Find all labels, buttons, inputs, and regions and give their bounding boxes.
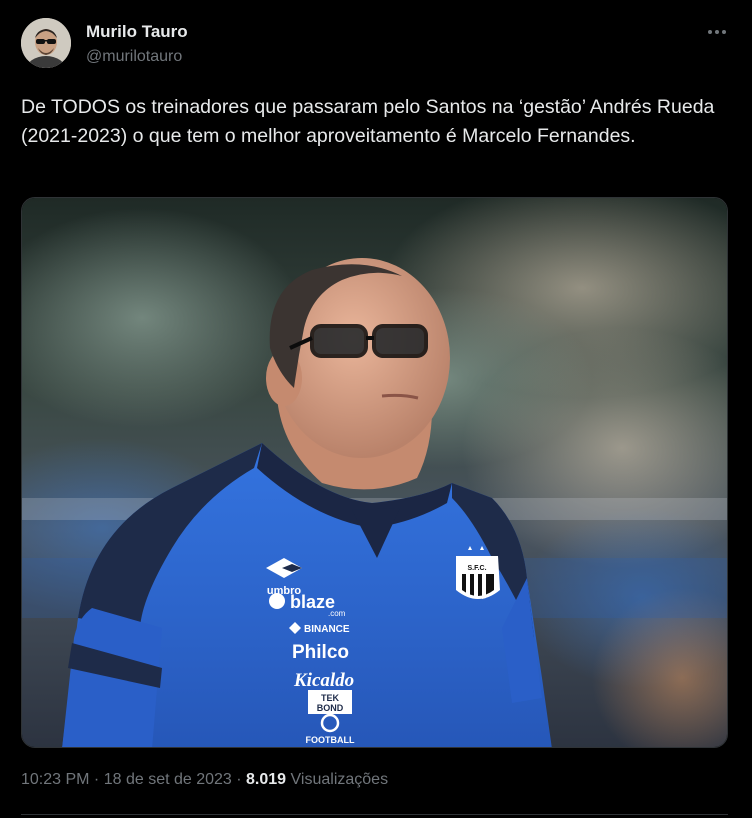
blaze-tld-text: .com	[328, 609, 346, 618]
tekbond-bottom-text: BOND	[317, 703, 344, 713]
philco-text: Philco	[292, 642, 349, 663]
crest-text: S.F.C.	[467, 565, 486, 572]
author-name[interactable]: Murilo Tauro	[86, 21, 188, 43]
views-label: Visualizações	[286, 771, 389, 788]
user-avatar-icon	[21, 18, 71, 68]
tweet-metadata: 10:23 PM · 18 de set de 2023 · 8.019 Vis…	[21, 769, 388, 791]
avatar[interactable]	[21, 18, 71, 68]
binance-text: BINANCE	[304, 624, 350, 635]
author-handle[interactable]: @murilotauro	[86, 46, 182, 68]
football-text: FOOTBALL	[306, 735, 355, 745]
tweet-time[interactable]: 10:23 PM	[21, 771, 89, 788]
tekbond-top-text: TEK	[321, 693, 340, 703]
tweet-text: De TODOS os treinadores que passaram pel…	[21, 96, 715, 147]
meta-separator: ·	[231, 771, 247, 788]
photo-coach-image: umbro blaze .com BINANCE Philco Kicaldo …	[22, 198, 727, 747]
tweet-photo[interactable]: umbro blaze .com BINANCE Philco Kicaldo …	[21, 197, 728, 748]
divider	[21, 814, 728, 815]
kicaldo-text: Kicaldo	[293, 670, 354, 691]
tweet-date[interactable]: 18 de set de 2023	[104, 771, 232, 788]
tweet: Murilo Tauro @murilotauro De TODOS os tr…	[0, 0, 752, 818]
meta-separator: ·	[89, 771, 104, 788]
more-options-icon	[708, 30, 726, 34]
more-options-button[interactable]	[700, 22, 734, 42]
tekbond-sponsor: TEK BOND	[308, 690, 352, 714]
views-count: 8.019	[246, 771, 287, 788]
